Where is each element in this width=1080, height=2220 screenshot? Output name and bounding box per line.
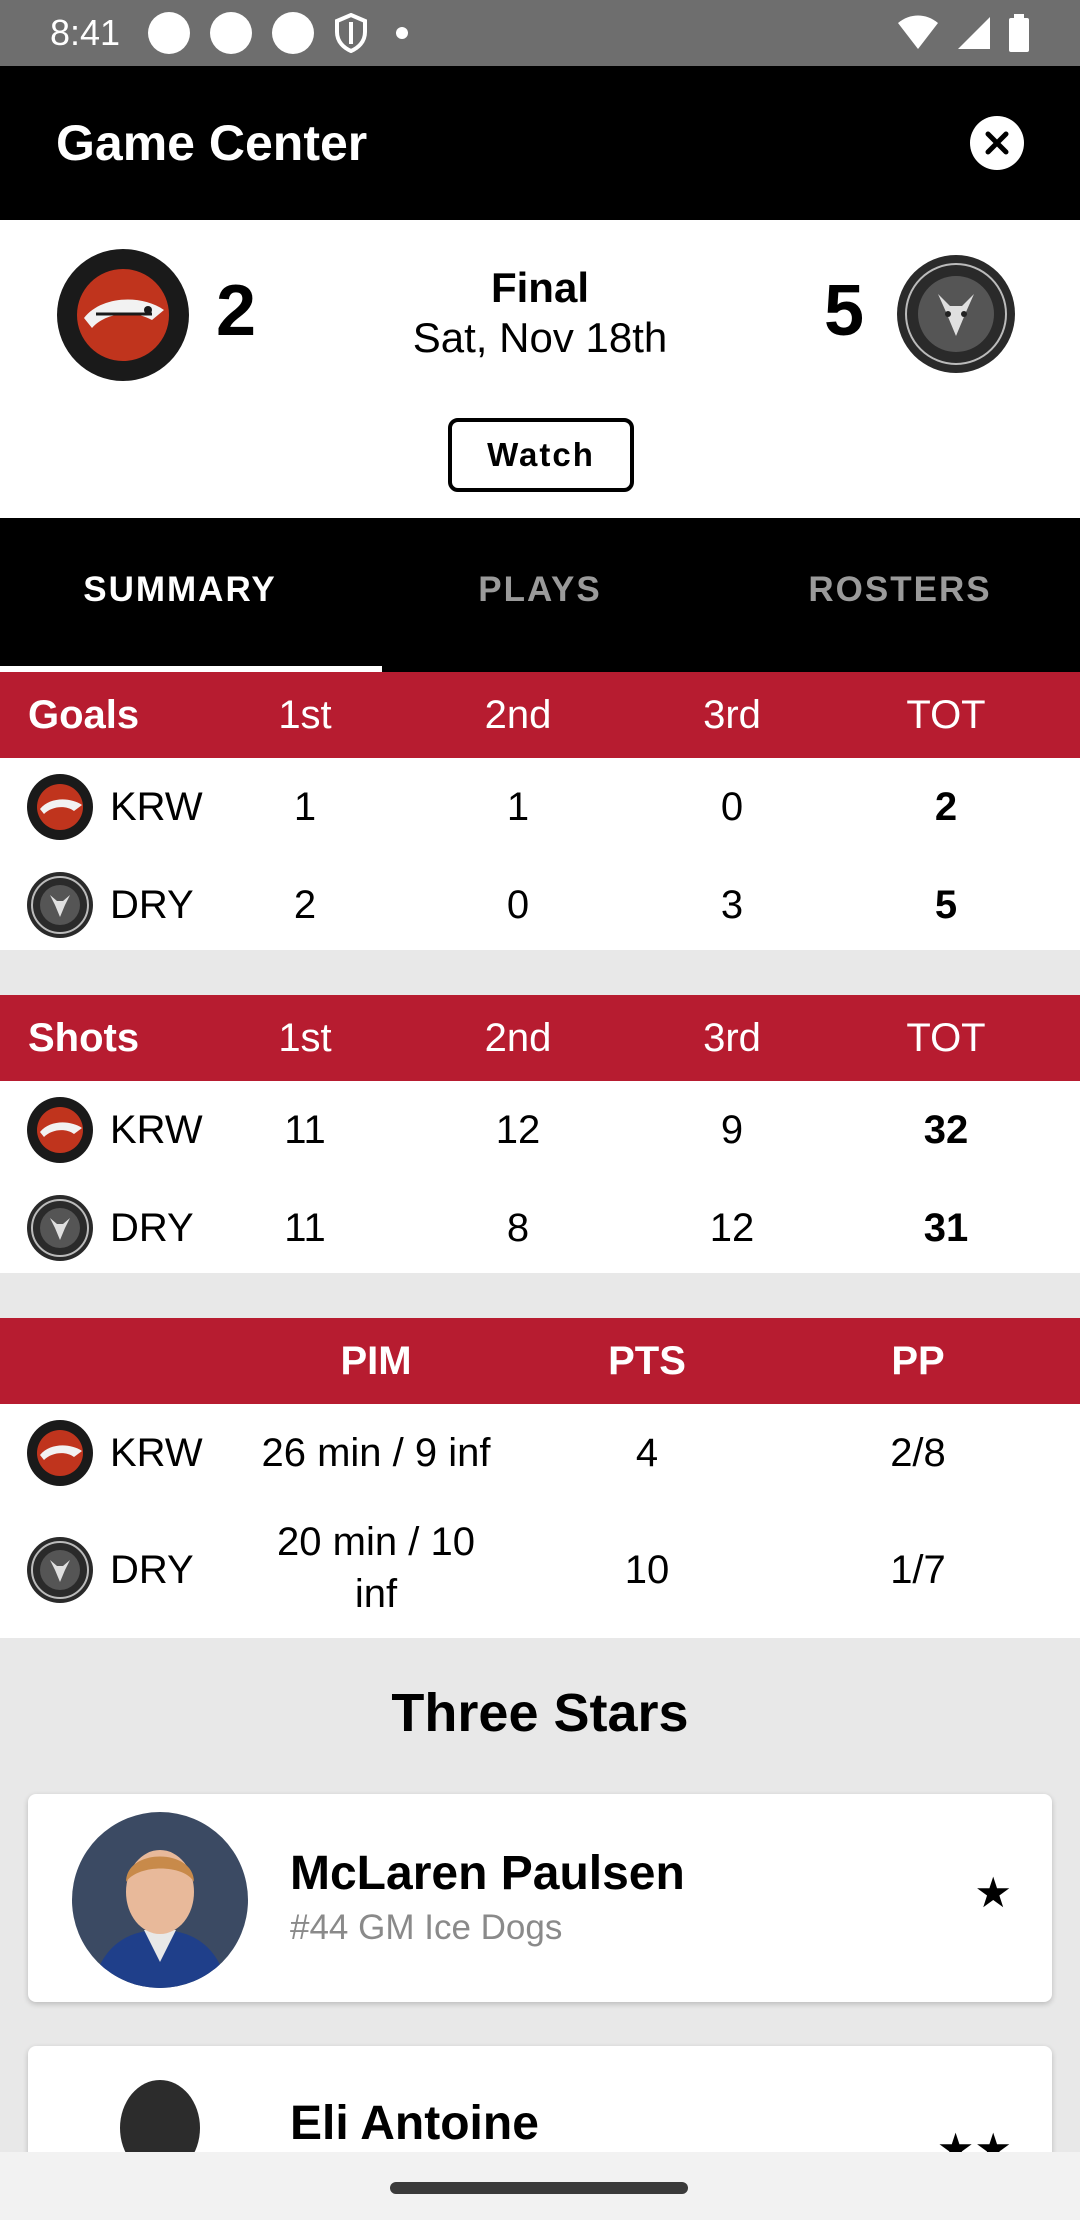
pim-value: 26 min / 9 inf [261,1430,491,1475]
game-status: Final Sat, Nov 18th [340,264,740,362]
period-value: 12 [709,1205,755,1250]
period-value: 0 [506,882,530,927]
away-score: 5 [824,271,865,351]
notification-icon [148,12,191,54]
game-date: Sat, Nov 18th [412,314,668,361]
table-header: Goals 1st 2nd 3rd TOT [0,672,1080,758]
pts-value: 10 [624,1547,670,1592]
pim-value-line: 20 min / 10 [277,1520,475,1564]
header-tot: TOT [906,692,986,737]
tab-bar: SUMMARY PLAYS ROSTERS [0,518,1080,672]
watch-button[interactable]: Watch [448,418,634,492]
goals-header-label: Goals [28,692,140,737]
team-logo-icedogs [27,1195,93,1261]
battery-icon [1009,14,1029,52]
team-logo-icedogs [27,1537,93,1603]
period-value: 12 [495,1107,541,1152]
pp-value: 1/7 [890,1547,946,1592]
page-title: Game Center [56,115,368,171]
cell-signal-icon [958,17,990,49]
scoreboard: 2 Final Sat, Nov 18th 5 Watch [0,220,1080,518]
pim-value-line: inf [354,1572,398,1616]
table-row: DRY 20 min / 10 inf 10 1/7 [0,1502,1080,1638]
player-photo [72,1812,248,1988]
period-value: 3 [720,882,744,927]
team-logo-walleye [57,249,189,381]
total-value: 31 [923,1205,969,1250]
header-2nd: 2nd [484,1015,552,1060]
pim-value: 20 min / 10 inf [226,1516,526,1620]
period-value: 11 [284,1205,326,1250]
shots-table: Shots 1st 2nd 3rd TOT KRW 11 12 9 32 DRY… [0,995,1080,1273]
three-stars-title: Three Stars [391,1683,689,1743]
wifi-icon [898,15,938,49]
header-1st: 1st [278,1015,332,1060]
header-pts: PTS [608,1338,686,1383]
tab-rosters[interactable]: ROSTERS [720,518,1080,672]
player-name: McLaren Paulsen [290,1847,685,1900]
header-tot: TOT [906,1015,986,1060]
star-rank-icon: ★ [974,1869,1012,1916]
header-pim: PIM [340,1338,412,1383]
header-2nd: 2nd [484,692,552,737]
team-logo-walleye [27,774,93,840]
table-row: KRW 11 12 9 32 [0,1081,1080,1179]
goals-table: Goals 1st 2nd 3rd TOT KRW 1 1 0 2 DRY 2 … [0,672,1080,950]
team-logo-icedogs [897,255,1015,373]
period-value: 8 [506,1205,530,1250]
status-time: 8:41 [50,12,121,53]
period-value: 11 [284,1107,326,1152]
game-status-label: Final [490,264,589,311]
total-value: 32 [923,1107,969,1152]
shield-icon [335,13,368,53]
close-icon [985,131,1009,155]
team-abbr: DRY [110,1205,194,1250]
team-abbr: DRY [110,1547,194,1592]
header-3rd: 3rd [703,692,761,737]
table-header: PIM PTS PP [0,1318,1080,1404]
team-logo-walleye [27,1097,93,1163]
pts-value: 4 [635,1430,659,1475]
tab-plays[interactable]: PLAYS [360,518,720,672]
star-player-card[interactable]: McLaren Paulsen #44 GM Ice Dogs ★ [28,1794,1052,2002]
system-nav-bar [0,2152,1080,2220]
table-row: KRW 26 min / 9 inf 4 2/8 [0,1404,1080,1502]
header-3rd: 3rd [703,1015,761,1060]
team-abbr: KRW [110,784,203,829]
header-pp: PP [891,1338,945,1383]
team-abbr: KRW [110,1430,203,1475]
table-row: DRY 11 8 12 31 [0,1179,1080,1277]
player-detail: #44 GM Ice Dogs [290,1908,563,1947]
team-abbr: KRW [110,1107,203,1152]
team-logo-walleye [27,1420,93,1486]
pp-value: 2/8 [890,1430,946,1475]
table-header: Shots 1st 2nd 3rd TOT [0,995,1080,1081]
shots-header-label: Shots [28,1015,140,1060]
notification-icon [210,12,253,54]
total-value: 2 [934,784,958,829]
period-value: 0 [720,784,744,829]
close-button[interactable] [970,116,1024,170]
team-logo-icedogs [27,872,93,938]
period-value: 9 [720,1107,744,1152]
notification-icon [272,12,315,54]
penalties-table: PIM PTS PP KRW 26 min / 9 inf 4 2/8 DRY … [0,1318,1080,1638]
player-name: Eli Antoine [290,2097,539,2150]
home-score: 2 [216,271,257,351]
team-abbr: DRY [110,882,194,927]
period-value: 1 [506,784,530,829]
period-value: 2 [293,882,317,927]
more-notifications-icon [396,27,409,39]
header-1st: 1st [278,692,332,737]
status-bar: 8:41 [0,0,1080,66]
app-bar: Game Center [0,66,1080,220]
tab-summary[interactable]: SUMMARY [0,518,382,672]
total-value: 5 [934,882,958,927]
table-row: DRY 2 0 3 5 [0,856,1080,954]
period-value: 1 [293,784,317,829]
home-gesture-handle[interactable] [390,2182,688,2194]
table-row: KRW 1 1 0 2 [0,758,1080,856]
